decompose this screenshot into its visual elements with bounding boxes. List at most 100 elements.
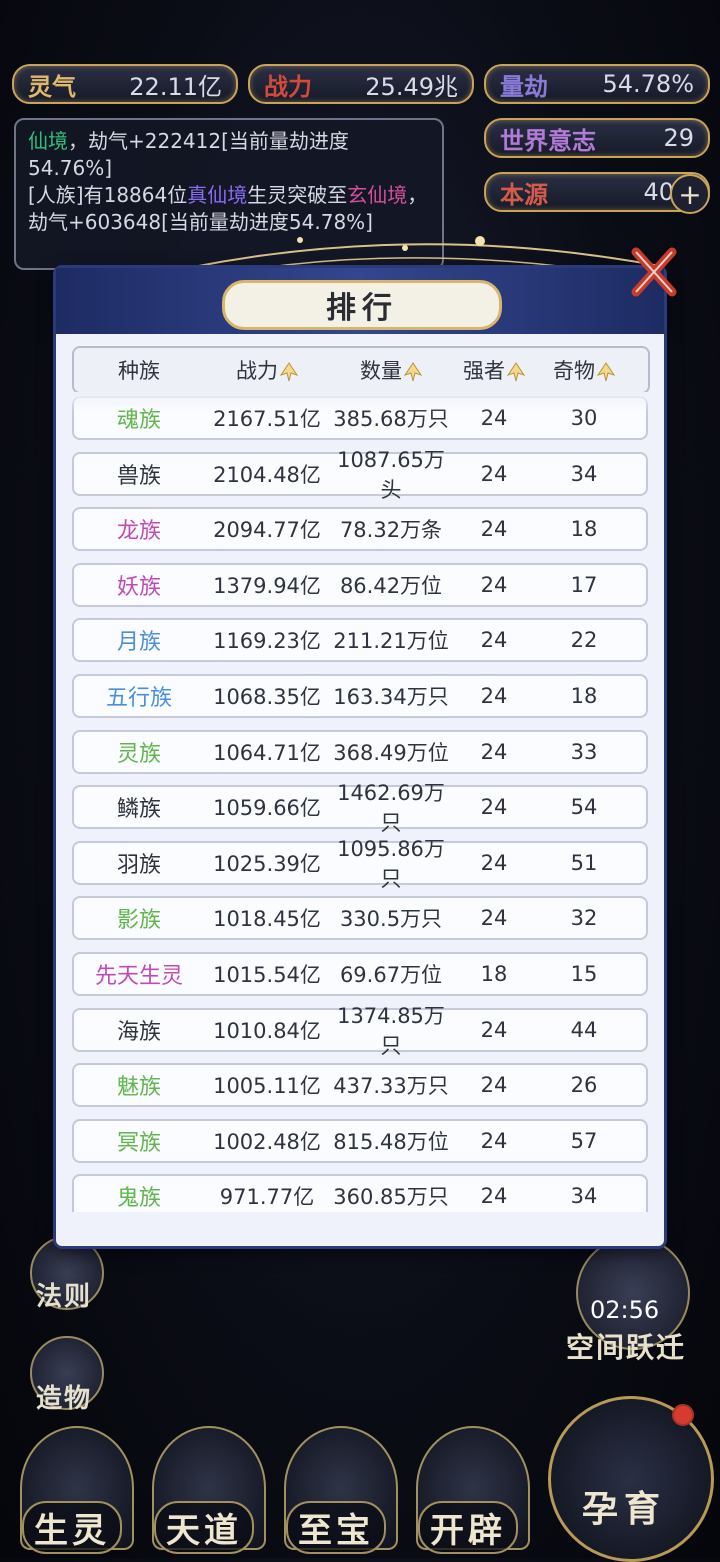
ranking-row[interactable]: 冥族 1002.48亿 815.48万位 24 57 [72,1118,648,1163]
ranking-row[interactable]: 鳞族 1059.66亿 1462.69万只 24 54 [72,781,648,835]
race-power: 1169.23亿 [213,629,321,654]
race-items: 22 [570,628,598,653]
stat-liangjie: 量劫 54.78% [484,64,710,104]
ranking-list[interactable]: 魂族 2167.51亿 385.68万只 24 30 兽族 2104.48亿 1087.65万… [72,396,648,1212]
race-count: 163.34万只 [333,684,449,709]
stat-value: 25.49兆 [365,72,458,101]
race-count: 1087.65万头 [337,447,445,502]
header-race: 种族 [118,359,160,383]
race-items: 17 [570,572,598,597]
race-strong: 24 [480,850,508,875]
race-name: 先天生灵 [94,963,183,989]
ranking-row[interactable]: 龙族 2094.77亿 78.32万条 24 18 [72,507,648,552]
ranking-row[interactable]: 五行族 1068.35亿 163.34万只 24 18 [72,673,648,718]
race-name: 龙族 [116,519,161,545]
ranking-row[interactable]: 羽族 1025.39亿 1095.86万只 24 51 [72,837,648,891]
race-power: 1068.35亿 [213,684,321,709]
race-items: 54 [570,795,598,820]
race-strong: 24 [480,906,508,931]
race-name: 羽族 [116,852,161,878]
log-realm: 真仙境 [187,183,248,207]
scroll-fade [72,392,648,412]
race-power: 1002.48亿 [213,1129,321,1154]
notification-dot [672,1404,694,1426]
sort-arrow-icon [507,362,525,382]
ranking-row[interactable]: 月族 1169.23亿 211.21万位 24 22 [72,618,648,663]
header-count-sort[interactable]: 数量 [330,355,452,385]
race-power: 1010.84亿 [213,1018,321,1043]
header-items-sort[interactable]: 奇物 [536,355,632,385]
sort-arrow-icon [280,362,298,382]
race-items: 57 [570,1128,598,1153]
race-count: 1374.85万只 [337,1003,445,1058]
race-items: 15 [570,961,598,986]
ranking-row[interactable]: 鬼族 971.77亿 360.85万只 24 34 [72,1174,648,1212]
stat-label: 量劫 [500,72,548,101]
race-name: 妖族 [116,574,161,600]
race-power: 971.77亿 [219,1185,315,1210]
race-name: 冥族 [116,1130,161,1156]
race-strong: 18 [480,961,508,986]
race-name: 月族 [116,630,161,656]
race-count: 69.67万位 [339,962,443,987]
nav-tiandao-label: 天道 [154,1501,254,1554]
ranking-row[interactable]: 妖族 1379.94亿 86.42万位 24 17 [72,562,648,607]
stat-label: 世界意志 [500,126,596,155]
ranking-header: 种族 战力 数量 强者 奇物 [72,346,650,394]
header-strong-sort[interactable]: 强者 [452,355,536,385]
race-items: 51 [570,850,598,875]
race-name: 灵族 [116,741,161,767]
stat-benyuan: 本源 40 + [484,172,710,214]
ranking-row[interactable]: 海族 1010.84亿 1374.85万只 24 44 [72,1004,648,1058]
stat-value: 29 [663,124,694,152]
race-strong: 24 [480,795,508,820]
race-power: 1018.45亿 [213,907,321,932]
race-name: 魅族 [116,1075,161,1101]
race-count: 360.85万只 [333,1185,449,1210]
race-count: 437.33万只 [333,1074,449,1099]
race-items: 26 [570,1073,598,1098]
nav-kaipi-label: 开辟 [418,1501,518,1554]
race-name: 兽族 [116,463,161,489]
race-power: 2094.77亿 [213,518,321,543]
race-items: 32 [570,906,598,931]
log-text: 生灵突破至 [247,183,348,207]
ranking-row[interactable]: 魅族 1005.11亿 437.33万只 24 26 [72,1063,648,1108]
stat-zhanli: 战力 25.49兆 [248,64,474,104]
race-count: 78.32万条 [339,518,443,543]
sort-arrow-icon [404,362,422,382]
race-items: 34 [570,461,598,486]
race-items: 44 [570,1017,598,1042]
ranking-row[interactable]: 灵族 1064.71亿 368.49万位 24 33 [72,729,648,774]
race-count: 1462.69万只 [337,781,445,836]
countdown-timer: 02:56 [590,1296,660,1324]
rules-label: 法则 [36,1282,93,1312]
log-text: [人族]有18864位 [28,183,188,207]
space-jump-label: 空间跃迁 [566,1331,687,1364]
ranking-row[interactable]: 影族 1018.45亿 330.5万只 24 32 [72,896,648,941]
race-items: 34 [570,1184,598,1209]
ranking-row[interactable]: 先天生灵 1015.54亿 69.67万位 18 15 [72,951,648,996]
race-name: 海族 [116,1019,161,1045]
race-items: 18 [570,683,598,708]
race-strong: 24 [480,1017,508,1042]
race-items: 18 [570,517,598,542]
dialog-title: 排行 [222,280,502,330]
ranking-dialog: 排行 种族 战力 数量 强者 奇物 魂族 2167.51亿 385.68万只 24 30… [56,268,664,1246]
yun-label: 孕育 [582,1489,667,1530]
race-power: 1064.71亿 [213,740,321,765]
race-count: 815.48万位 [333,1129,449,1154]
race-power: 1379.94亿 [213,573,321,598]
stat-value: 54.78% [602,70,694,98]
header-power-sort[interactable]: 战力 [204,355,330,385]
stat-value: 22.11亿 [129,72,222,101]
plus-icon[interactable]: + [670,174,710,214]
log-realm: 玄仙境 [347,183,408,207]
race-strong: 24 [480,683,508,708]
race-name: 影族 [116,908,161,934]
race-power: 2104.48亿 [213,462,321,487]
close-icon[interactable] [626,244,682,300]
ranking-row[interactable]: 兽族 2104.48亿 1087.65万头 24 34 [72,448,648,502]
race-power: 1025.39亿 [213,851,321,876]
creation-label: 造物 [36,1384,93,1414]
